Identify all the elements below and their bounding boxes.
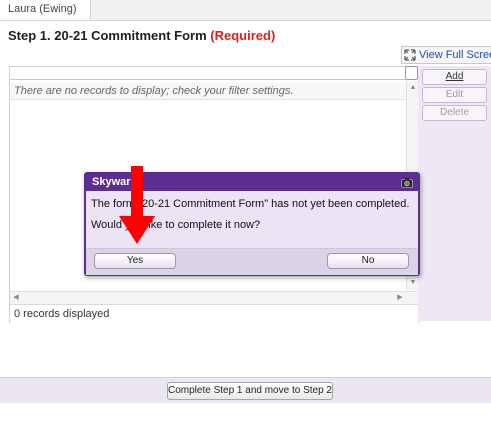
edit-button[interactable]: Edit [422, 87, 487, 103]
scroll-left-icon[interactable]: ◀ [10, 294, 22, 302]
empty-grid-message: There are no records to display; check y… [10, 83, 406, 100]
view-full-screen-button[interactable]: View Full Screen [401, 46, 491, 64]
yes-button[interactable]: Yes [94, 253, 176, 269]
complete-step-button[interactable]: Complete Step 1 and move to Step 2 [167, 382, 333, 400]
grid-filter-checkbox[interactable] [405, 66, 418, 80]
view-full-screen-label: View Full Screen [419, 49, 491, 61]
student-tab[interactable]: Laura (Ewing) [0, 0, 92, 20]
camera-icon[interactable] [401, 177, 413, 188]
page-title: Step 1. 20-21 Commitment Form (Required) [8, 28, 275, 43]
no-button[interactable]: No [327, 253, 409, 269]
action-sidebar: Add Edit Delete [418, 66, 491, 321]
step-title-text: Step 1. 20-21 Commitment Form [8, 28, 207, 43]
bottom-action-bar: Complete Step 1 and move to Step 2 [0, 377, 491, 403]
delete-button[interactable]: Delete [422, 105, 487, 121]
annotation-arrow-icon [119, 166, 155, 244]
add-button[interactable]: Add [422, 69, 487, 85]
expand-icon [404, 49, 416, 61]
dialog-footer: Yes No [86, 248, 418, 275]
tab-strip: Laura (Ewing) [0, 0, 491, 21]
records-count: 0 records displayed [10, 304, 419, 323]
add-button-label: Add [445, 71, 464, 82]
horizontal-scrollbar[interactable]: ◀ ▶ [10, 291, 419, 304]
required-label: (Required) [210, 28, 276, 43]
grid-filter-row[interactable] [10, 67, 405, 80]
scroll-right-icon[interactable]: ▶ [394, 294, 406, 302]
